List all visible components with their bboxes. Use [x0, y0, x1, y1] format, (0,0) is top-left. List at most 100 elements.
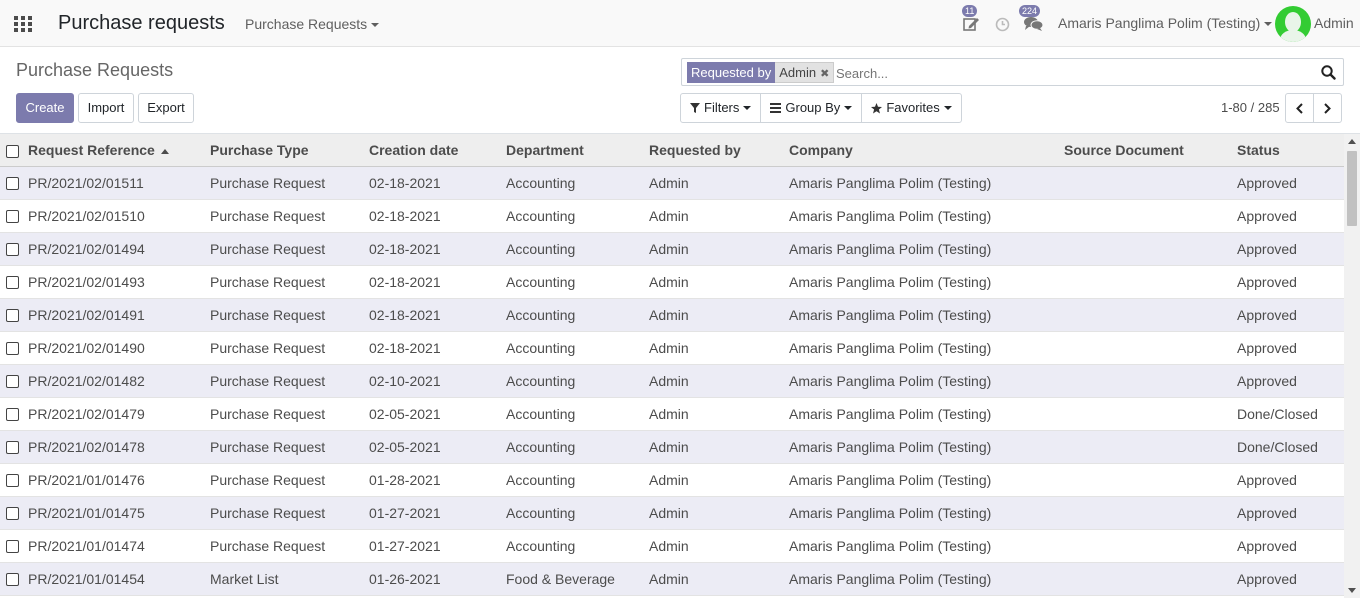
row-checkbox[interactable] [6, 309, 19, 323]
column-header-company[interactable]: Company [789, 134, 1064, 167]
groupby-dropdown[interactable]: Group By [761, 94, 863, 122]
requested-by-cell: Admin [649, 265, 789, 299]
export-button[interactable]: Export [138, 93, 194, 123]
messages-count-badge: 224 [1019, 5, 1041, 17]
source-document-cell [1064, 397, 1237, 431]
table-row[interactable]: PR/2021/02/01482 Purchase Request 02-10-20… [0, 364, 1344, 398]
column-label: Company [789, 141, 853, 158]
facet-label: Requested by [687, 62, 776, 83]
source-document-cell [1064, 562, 1237, 596]
edit-note-icon [963, 18, 979, 31]
search-icon[interactable] [1321, 65, 1337, 81]
row-checkbox[interactable] [6, 375, 19, 389]
scroll-up-arrow-icon[interactable] [1348, 139, 1356, 144]
status-cell: Done/Closed [1237, 397, 1344, 431]
column-header-creation-date[interactable]: Creation date [369, 134, 506, 167]
company-cell: Amaris Panglima Polim (Testing) [789, 562, 1064, 596]
row-select-cell [0, 430, 28, 464]
clock-icon [995, 17, 1010, 32]
table-row[interactable]: PR/2021/02/01510 Purchase Request 02-18-20… [0, 199, 1344, 233]
scroll-down-arrow-icon[interactable] [1348, 588, 1356, 593]
messages-button[interactable]: 224 [1019, 5, 1044, 34]
chevron-down-icon [1264, 22, 1273, 27]
favorites-label: Favorites [886, 100, 940, 115]
select-all-checkbox[interactable] [6, 144, 19, 158]
apps-menu-icon[interactable] [14, 16, 32, 32]
scrollbar-thumb[interactable] [1347, 151, 1357, 226]
chevron-left-icon [1296, 103, 1303, 114]
control-panel: Purchase Requests Create Import Export R… [0, 48, 1360, 134]
column-header-source-document[interactable]: Source Document [1064, 134, 1237, 167]
avatar[interactable] [1275, 6, 1311, 42]
favorites-dropdown[interactable]: Favorites [862, 94, 960, 122]
search-input[interactable] [836, 63, 1296, 83]
company-cell: Amaris Panglima Polim (Testing) [789, 430, 1064, 464]
row-checkbox[interactable] [6, 210, 19, 224]
department-cell: Accounting [506, 496, 649, 530]
row-checkbox[interactable] [6, 276, 19, 290]
company-cell: Amaris Panglima Polim (Testing) [789, 166, 1064, 200]
column-label: Purchase Type [210, 141, 309, 158]
row-checkbox[interactable] [6, 540, 19, 554]
table-row[interactable]: PR/2021/02/01490 Purchase Request 02-18-20… [0, 331, 1344, 365]
row-checkbox[interactable] [6, 177, 19, 191]
table-row[interactable]: PR/2021/02/01494 Purchase Request 02-18-20… [0, 232, 1344, 266]
status-cell: Approved [1237, 364, 1344, 398]
column-header-department[interactable]: Department [506, 134, 649, 167]
department-cell: Accounting [506, 265, 649, 299]
vertical-scrollbar[interactable] [1344, 134, 1360, 598]
source-document-cell [1064, 166, 1237, 200]
row-checkbox[interactable] [6, 243, 19, 257]
request-reference-cell: PR/2021/01/01476 [28, 463, 210, 497]
row-checkbox[interactable] [6, 573, 19, 587]
pager-previous-button[interactable] [1285, 93, 1314, 123]
company-cell: Amaris Panglima Polim (Testing) [789, 397, 1064, 431]
create-button[interactable]: Create [16, 93, 74, 123]
filters-dropdown[interactable]: Filters [681, 94, 762, 122]
pager-next-button[interactable] [1313, 93, 1342, 123]
table-row[interactable]: PR/2021/02/01493 Purchase Request 02-18-20… [0, 265, 1344, 299]
table-row[interactable]: PR/2021/01/01476 Purchase Request 01-28-20… [0, 463, 1344, 497]
table-row[interactable]: PR/2021/01/01475 Purchase Request 01-27-20… [0, 496, 1344, 530]
column-header-purchase-type[interactable]: Purchase Type [210, 134, 369, 167]
company-cell: Amaris Panglima Polim (Testing) [789, 331, 1064, 365]
requested-by-cell: Admin [649, 463, 789, 497]
status-cell: Approved [1237, 265, 1344, 299]
row-checkbox[interactable] [6, 507, 19, 521]
table-row[interactable]: PR/2021/01/01474 Purchase Request 01-27-20… [0, 529, 1344, 563]
table-row[interactable]: PR/2021/02/01491 Purchase Request 02-18-20… [0, 298, 1344, 332]
timesheet-button[interactable] [995, 17, 1011, 33]
row-checkbox[interactable] [6, 474, 19, 488]
column-label: Department [506, 141, 584, 158]
purchase-requests-menu[interactable]: Purchase Requests [245, 16, 380, 32]
activity-button[interactable]: 11 [962, 5, 982, 35]
close-icon[interactable]: ✖ [820, 68, 829, 80]
purchase-type-cell: Purchase Request [210, 331, 369, 365]
request-reference-cell: PR/2021/02/01478 [28, 430, 210, 464]
company-switcher[interactable]: Amaris Panglima Polim (Testing) [1058, 15, 1273, 31]
import-button[interactable]: Import [78, 93, 134, 123]
list-icon [770, 103, 782, 113]
user-menu[interactable]: Admin [1314, 15, 1354, 31]
status-cell: Approved [1237, 463, 1344, 497]
chevron-down-icon [844, 106, 853, 110]
column-label: Requested by [649, 141, 741, 158]
column-header-status[interactable]: Status [1237, 134, 1344, 167]
status-cell: Approved [1237, 166, 1344, 200]
source-document-cell [1064, 232, 1237, 266]
row-checkbox[interactable] [6, 408, 19, 422]
column-header-requested-by[interactable]: Requested by [649, 134, 789, 167]
table-row[interactable]: PR/2021/02/01511 Purchase Request 02-18-20… [0, 166, 1344, 200]
company-cell: Amaris Panglima Polim (Testing) [789, 496, 1064, 530]
status-cell: Approved [1237, 562, 1344, 596]
row-checkbox[interactable] [6, 342, 19, 356]
table-row[interactable]: PR/2021/01/01454 Market List 01-26-2021 Foo… [0, 562, 1344, 596]
pager-value[interactable]: 1-80 / 285 [1221, 100, 1280, 115]
column-header-request-reference[interactable]: Request Reference [28, 134, 210, 167]
creation-date-cell: 02-18-2021 [369, 232, 506, 266]
table-row[interactable]: PR/2021/02/01478 Purchase Request 02-05-20… [0, 430, 1344, 464]
table-row[interactable]: PR/2021/02/01479 Purchase Request 02-05-20… [0, 397, 1344, 431]
source-document-cell [1064, 265, 1237, 299]
facet-value-wrap: Admin ✖ [775, 62, 835, 83]
row-checkbox[interactable] [6, 441, 19, 455]
